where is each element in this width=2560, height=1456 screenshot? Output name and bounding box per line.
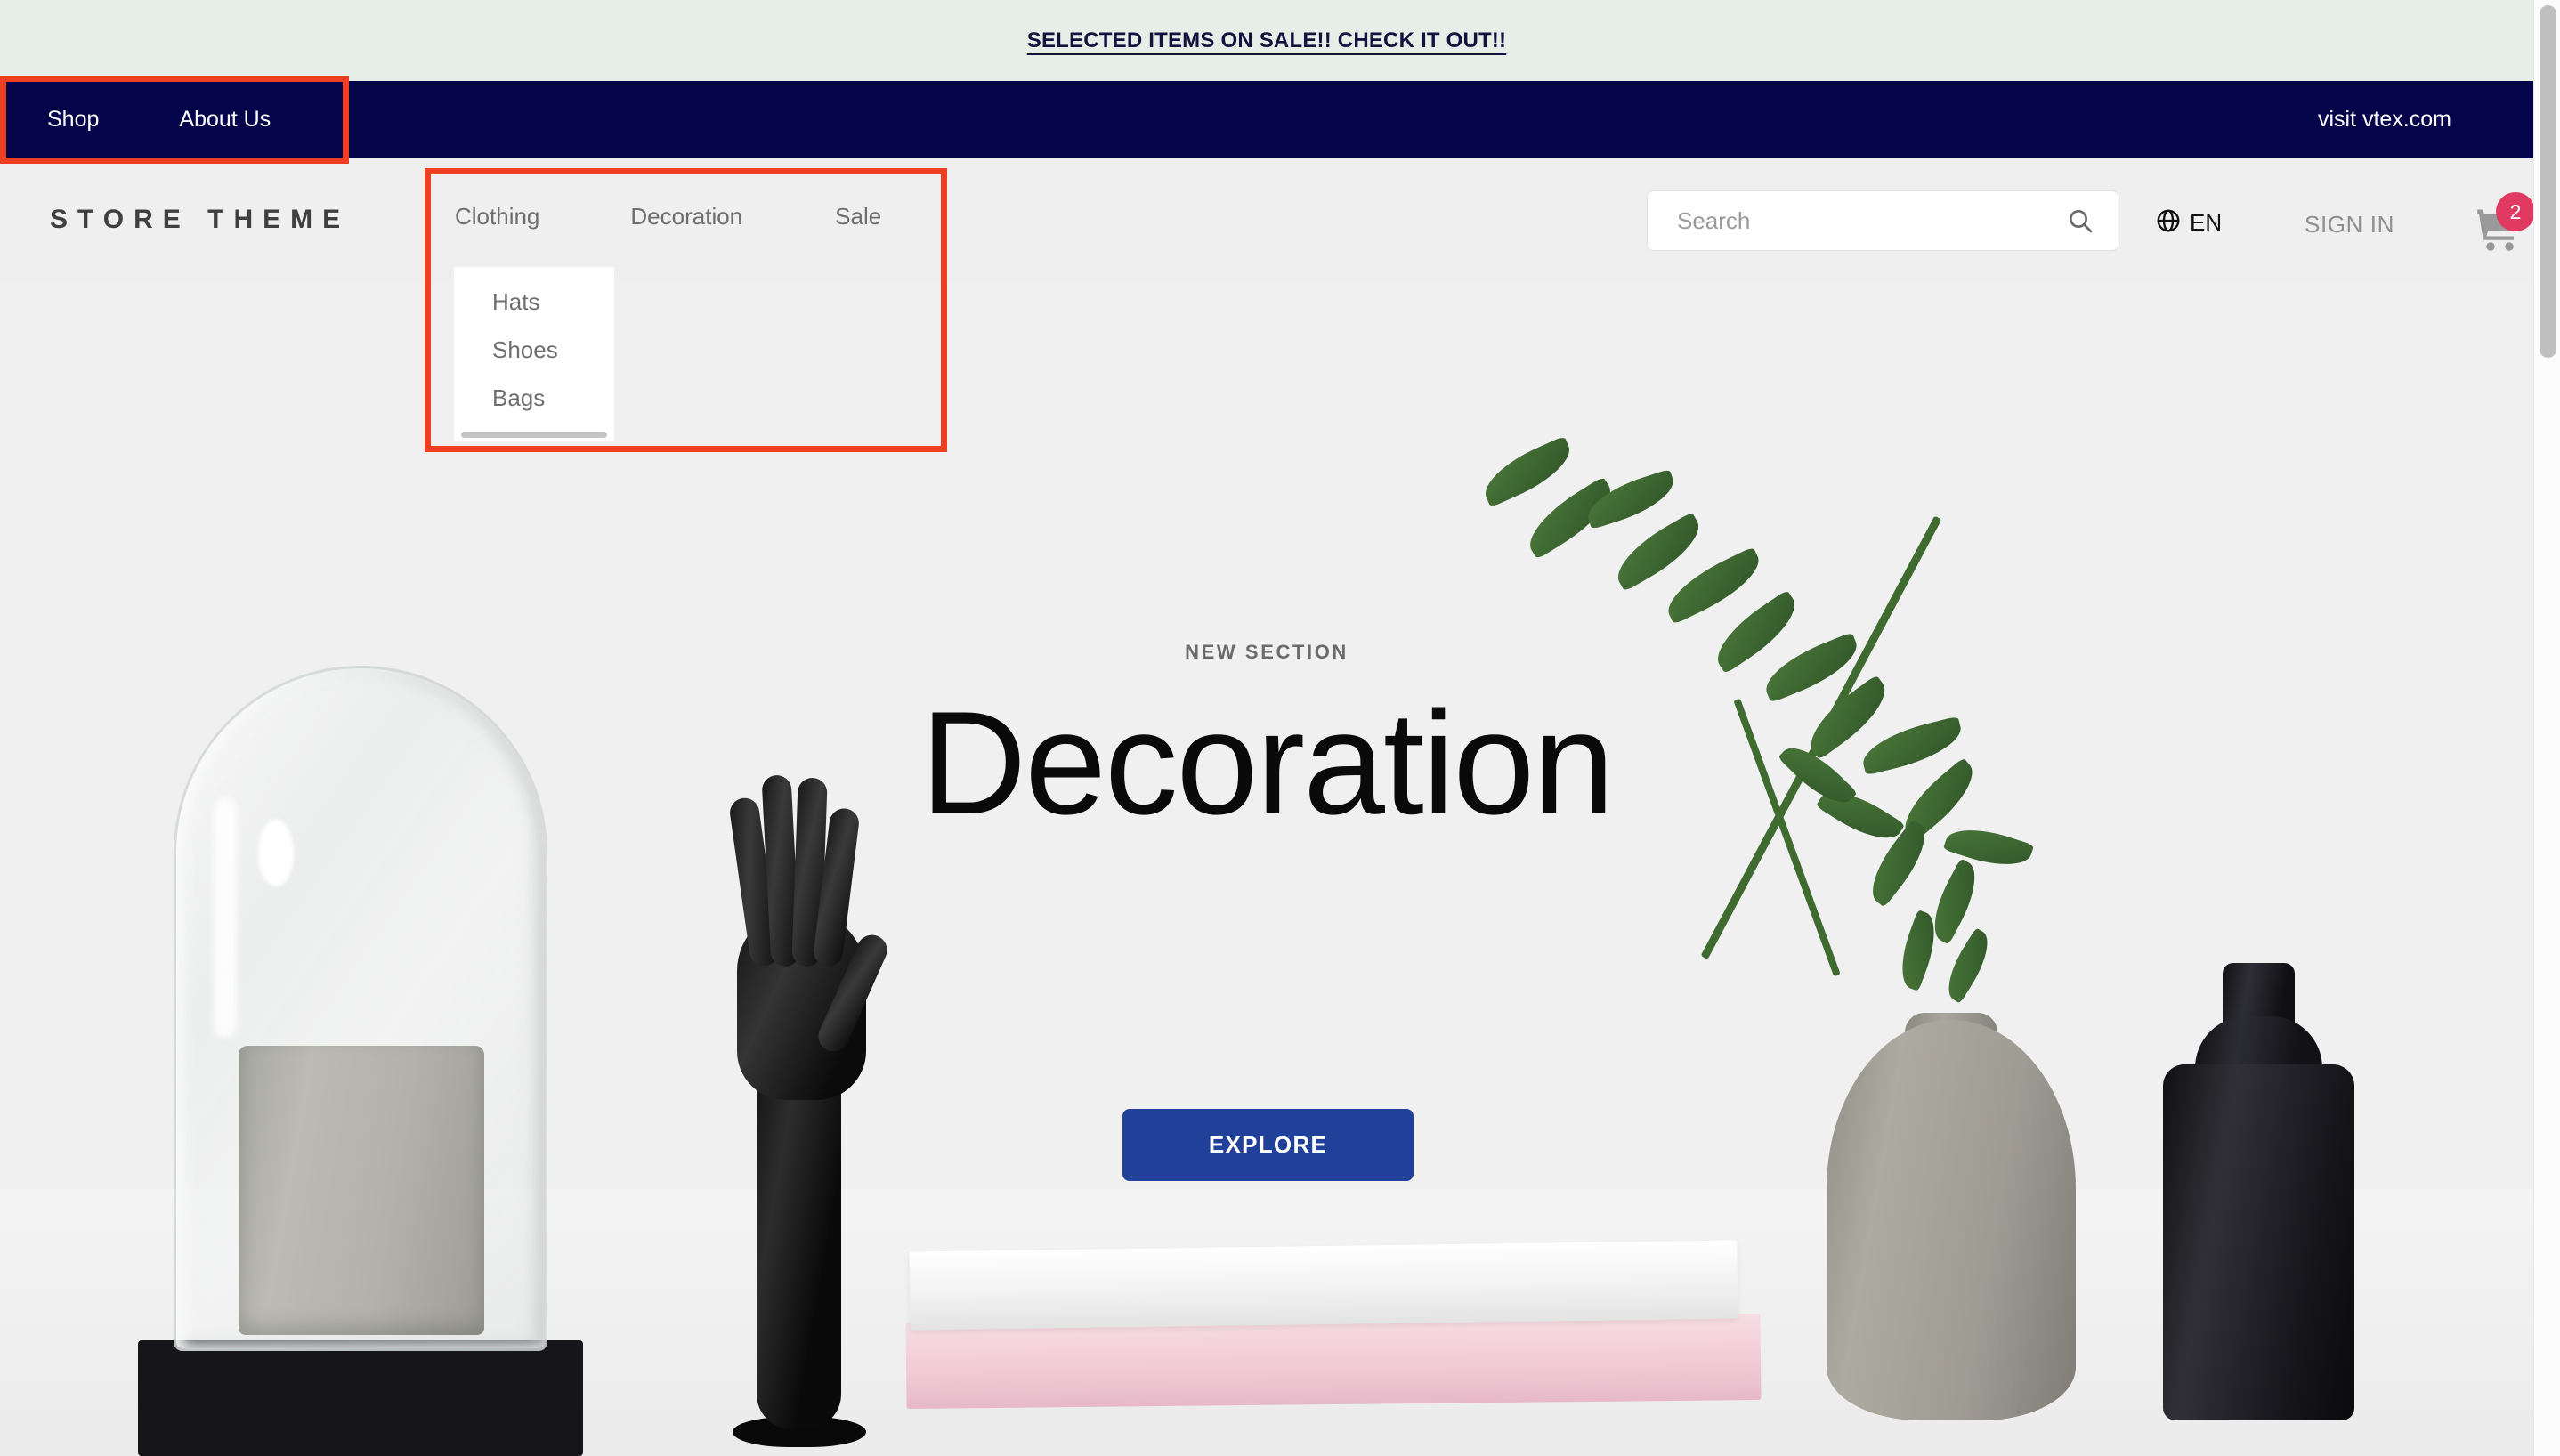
hero-title: Decoration bbox=[920, 681, 1615, 845]
concrete-cylinder bbox=[239, 1046, 484, 1335]
hero-eyebrow: NEW SECTION bbox=[1185, 641, 1349, 663]
submenu-item-bags[interactable]: Bags bbox=[454, 384, 614, 412]
explore-button[interactable]: EXPLORE bbox=[1122, 1109, 1414, 1181]
category-decoration[interactable]: Decoration bbox=[630, 203, 742, 231]
globe-icon bbox=[2155, 207, 2182, 239]
cloche-wood-base bbox=[138, 1340, 583, 1456]
store-logo[interactable]: STORE THEME bbox=[50, 205, 350, 235]
top-nav-links: Shop About Us bbox=[0, 81, 271, 158]
site-header bbox=[0, 158, 2533, 283]
announcement-bar: SELECTED ITEMS ON SALE!! CHECK IT OUT!! bbox=[0, 0, 2533, 81]
hero-section: NEW SECTION Decoration EXPLORE bbox=[0, 283, 2533, 1456]
nav-link-shop[interactable]: Shop bbox=[47, 107, 99, 133]
hero-product-image bbox=[0, 283, 2533, 1456]
cart-button[interactable]: 2 bbox=[2471, 192, 2535, 260]
shopping-cart-icon bbox=[2471, 209, 2526, 260]
submenu-item-hats[interactable]: Hats bbox=[454, 288, 614, 316]
page-scrollbar-track[interactable] bbox=[2533, 0, 2560, 1456]
search-bar[interactable] bbox=[1648, 191, 2118, 250]
top-navigation-bar: Shop About Us visit vtex.com bbox=[0, 81, 2533, 158]
search-input[interactable] bbox=[1648, 206, 2066, 235]
announcement-link[interactable]: SELECTED ITEMS ON SALE!! CHECK IT OUT!! bbox=[1027, 28, 1506, 53]
top-nav-right: visit vtex.com bbox=[2318, 81, 2451, 158]
black-hand-sculpture bbox=[663, 762, 930, 1447]
search-icon[interactable] bbox=[2066, 206, 2094, 235]
category-sale[interactable]: Sale bbox=[835, 203, 881, 231]
category-clothing[interactable]: Clothing bbox=[455, 203, 539, 231]
white-book bbox=[909, 1240, 1738, 1331]
locale-selector[interactable]: EN bbox=[2155, 207, 2222, 239]
sign-in-button[interactable]: SIGN IN bbox=[2305, 211, 2394, 239]
submenu-horizontal-scrollbar[interactable] bbox=[461, 432, 607, 438]
black-bottle-vase bbox=[2163, 1064, 2354, 1420]
submenu-item-shoes[interactable]: Shoes bbox=[454, 336, 614, 364]
clothing-submenu-dropdown: Hats Shoes Bags bbox=[454, 267, 614, 441]
grey-vase bbox=[1827, 1020, 2076, 1420]
cart-badge-count: 2 bbox=[2496, 192, 2535, 231]
page-scrollbar-thumb[interactable] bbox=[2540, 5, 2556, 358]
category-navigation: Clothing Decoration Sale bbox=[455, 203, 881, 231]
locale-label: EN bbox=[2190, 209, 2223, 236]
plant-leaf bbox=[1476, 435, 1579, 508]
page-root: SELECTED ITEMS ON SALE!! CHECK IT OUT!! … bbox=[0, 0, 2560, 1456]
nav-link-about-us[interactable]: About Us bbox=[179, 107, 271, 133]
nav-link-visit-vtex[interactable]: visit vtex.com bbox=[2318, 107, 2451, 133]
